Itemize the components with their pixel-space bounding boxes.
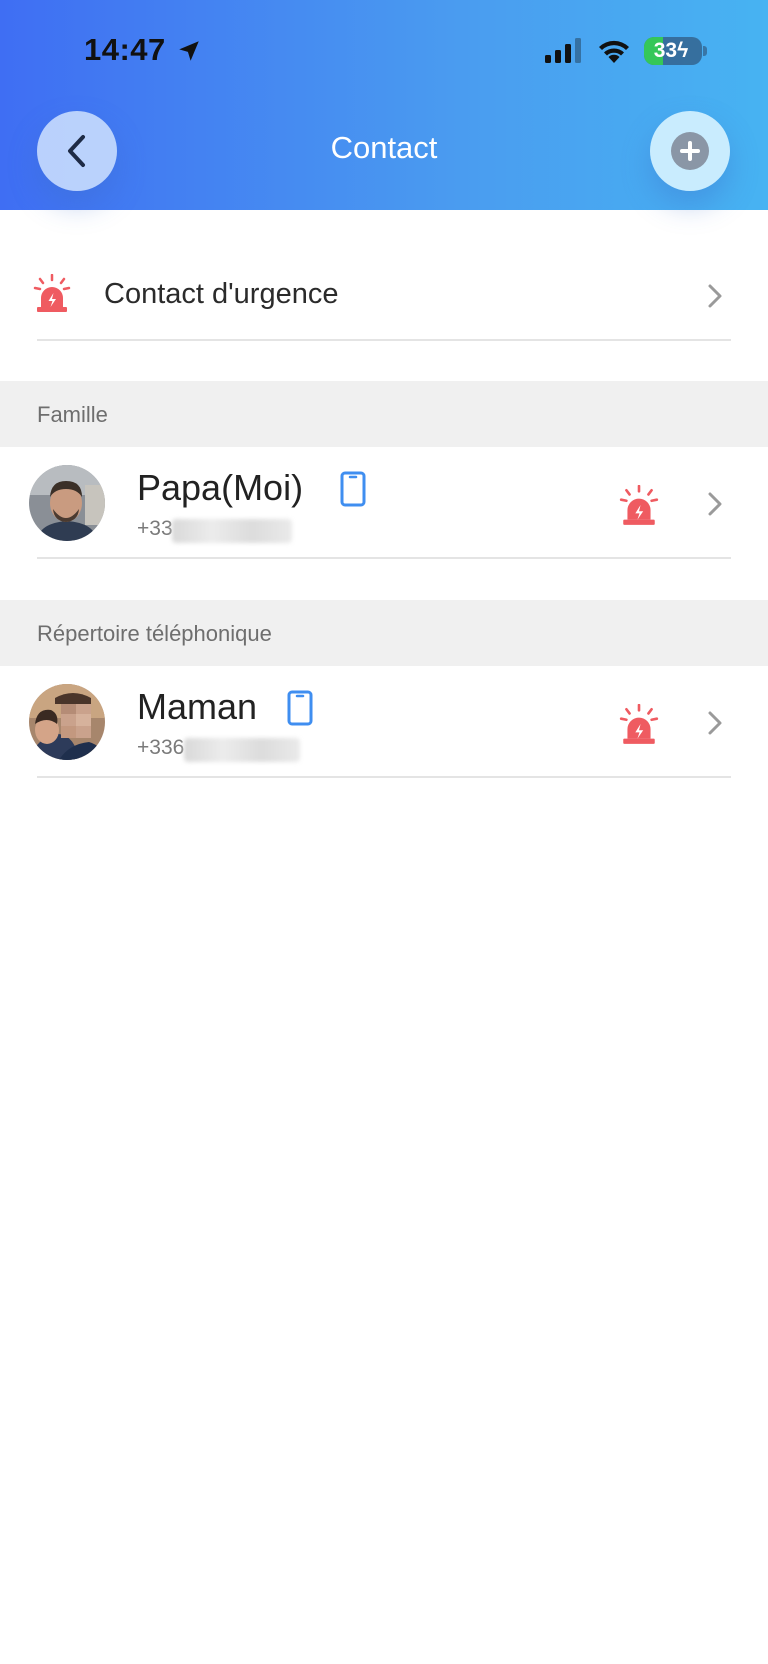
battery-level: 33 bbox=[653, 39, 678, 62]
divider bbox=[37, 557, 731, 559]
wifi-icon bbox=[599, 40, 629, 63]
smartphone-icon bbox=[340, 471, 366, 507]
siren-icon[interactable] bbox=[618, 485, 660, 527]
redacted-number bbox=[172, 519, 292, 543]
contact-number: +33 bbox=[137, 517, 173, 540]
plus-circle-icon bbox=[671, 132, 709, 170]
section-header-famille: Famille bbox=[0, 381, 768, 447]
divider bbox=[37, 776, 731, 778]
smartphone-icon bbox=[287, 690, 313, 726]
location-arrow-icon bbox=[179, 41, 199, 61]
charging-bolt-icon: ϟ bbox=[677, 39, 689, 62]
redacted-number bbox=[184, 738, 300, 762]
contact-name: Papa(Moi) bbox=[137, 467, 304, 508]
add-contact-button[interactable] bbox=[650, 111, 730, 191]
header-bar: 14:47 33ϟ Contact bbox=[0, 0, 768, 210]
battery-cap bbox=[703, 46, 707, 56]
section-title: Répertoire téléphonique bbox=[37, 621, 272, 646]
contact-row-maman[interactable]: Maman +336 bbox=[0, 668, 768, 778]
status-time: 14:47 bbox=[84, 32, 166, 67]
avatar bbox=[29, 684, 105, 760]
chevron-right-icon bbox=[708, 711, 722, 735]
contact-name: Maman bbox=[137, 686, 258, 727]
contact-number: +336 bbox=[137, 736, 185, 759]
chevron-right-icon bbox=[708, 492, 722, 516]
contact-row-papa[interactable]: Papa(Moi) +33 bbox=[0, 449, 768, 559]
cellular-signal-icon bbox=[545, 38, 581, 63]
emergency-contact-label: Contact d'urgence bbox=[104, 278, 339, 310]
chevron-right-icon bbox=[708, 284, 722, 308]
battery-charging-icon: 33ϟ bbox=[644, 37, 702, 65]
divider bbox=[37, 339, 731, 341]
avatar bbox=[29, 465, 105, 541]
emergency-contact-row[interactable]: Contact d'urgence bbox=[0, 250, 768, 340]
siren-icon bbox=[33, 274, 71, 312]
section-header-repertoire: Répertoire téléphonique bbox=[0, 600, 768, 666]
section-title: Famille bbox=[37, 402, 108, 427]
siren-icon[interactable] bbox=[618, 704, 660, 746]
